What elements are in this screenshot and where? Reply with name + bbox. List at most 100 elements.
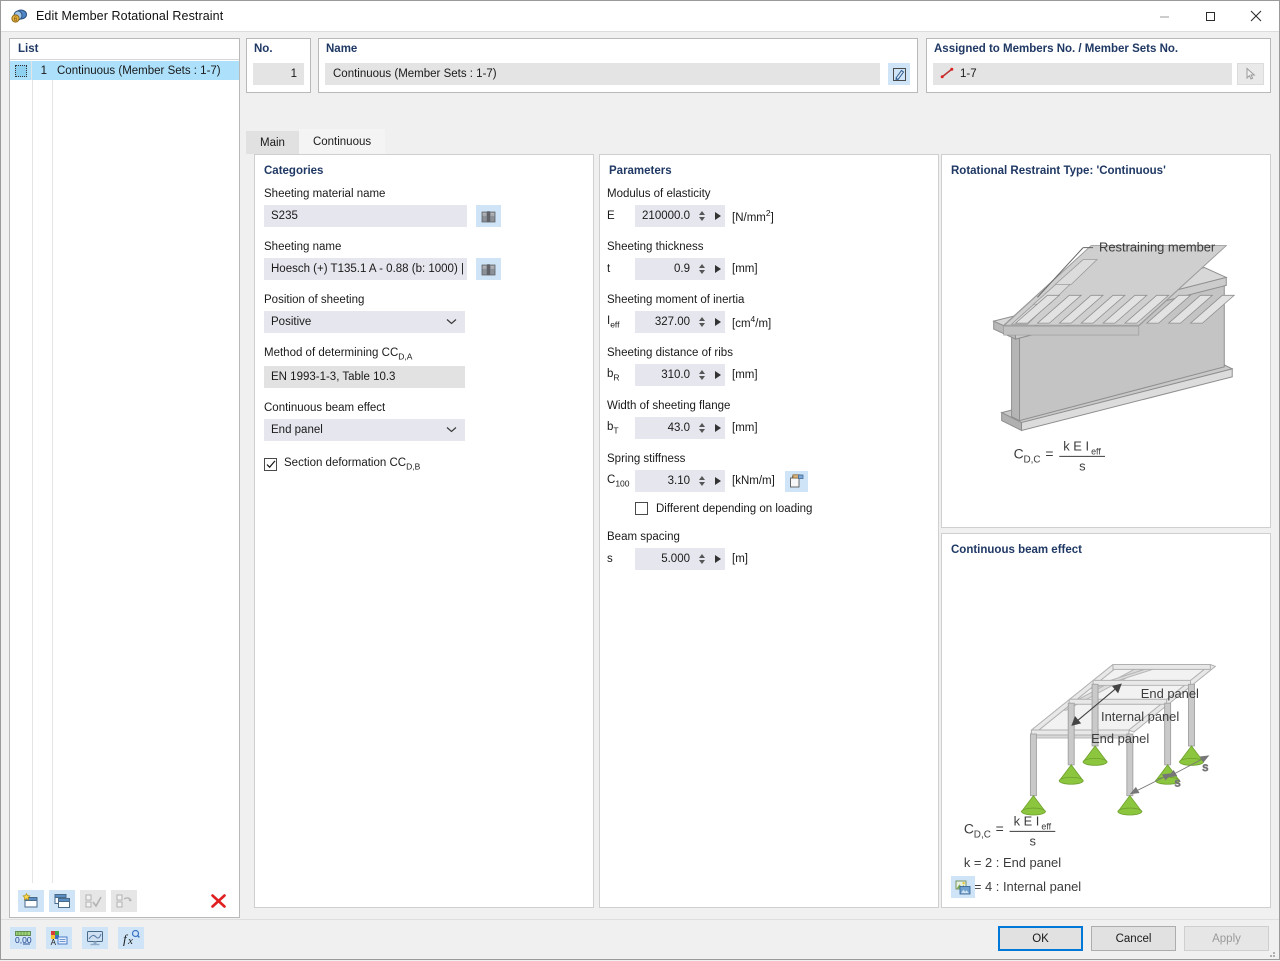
table-import-icon[interactable] (785, 471, 808, 492)
position-of-sheeting-label: Position of sheeting (264, 294, 586, 306)
assigned-label: Assigned to Members No. / Member Sets No… (927, 39, 1270, 55)
spacing-value: 5.000 (635, 553, 696, 565)
number-value[interactable]: 1 (253, 63, 304, 85)
check-all-icon (80, 890, 106, 912)
sheeting-material-input[interactable]: S235 (264, 205, 467, 227)
copy-windows-icon[interactable] (49, 890, 75, 912)
ok-button[interactable]: OK (998, 926, 1083, 951)
window-title: Edit Member Rotational Restraint (36, 9, 223, 23)
window-controls (1141, 1, 1279, 32)
modulus-of-elasticity-input[interactable]: 210000.0 (635, 205, 725, 227)
svg-text:=: = (1045, 445, 1053, 461)
name-label: Name (319, 39, 917, 55)
inertia-unit: [cm4/m] (732, 314, 771, 330)
apply-arrow-icon[interactable] (711, 212, 725, 220)
dialog-content: List 1 Continuous (Member Sets : 1-7) (1, 33, 1279, 959)
svg-text:k E I: k E I (1063, 438, 1089, 453)
svg-text:s: s (1079, 458, 1085, 473)
monitor-icon[interactable] (82, 927, 108, 949)
resize-grip[interactable] (1266, 947, 1276, 957)
method-value: EN 1993-1-3, Table 10.3 (264, 366, 465, 388)
minimize-button[interactable] (1141, 1, 1187, 32)
number-field-group: No. 1 (246, 38, 311, 93)
apply-arrow-icon[interactable] (711, 424, 725, 432)
apply-arrow-icon[interactable] (711, 555, 725, 563)
svg-text:s: s (1029, 833, 1035, 848)
flange-unit: [mm] (732, 422, 758, 434)
categories-panel: Categories Sheeting material name S235 (254, 154, 594, 908)
spinner-arrows[interactable] (696, 211, 708, 221)
new-window-star-icon[interactable] (18, 890, 44, 912)
section-deformation-checkbox-row[interactable]: Section deformation CCD,B (264, 457, 586, 471)
spinner-arrows[interactable] (696, 554, 708, 564)
tab-main[interactable]: Main (246, 131, 299, 154)
assigned-input[interactable]: 1-7 (933, 63, 1232, 85)
formula-cdc: C D,C = k E I eff s (1014, 438, 1105, 473)
sheeting-material-label: Sheeting material name (264, 188, 586, 200)
flange-width-input[interactable]: 43.0 (635, 417, 725, 439)
spacing-unit: [m] (732, 553, 748, 565)
chevron-down-icon (446, 316, 457, 328)
different-depending-checkbox[interactable] (635, 502, 648, 515)
chevron-down-icon (446, 424, 457, 436)
note-k4: k = 4 : Internal panel (964, 879, 1081, 894)
categories-title: Categories (264, 165, 323, 177)
spacing-symbol: s (607, 553, 635, 565)
invert-check-icon (111, 890, 137, 912)
continuous-beam-effect-graphic-panel: Continuous beam effect (941, 533, 1271, 908)
assigned-field-group: Assigned to Members No. / Member Sets No… (926, 38, 1271, 93)
book-icon[interactable] (476, 205, 501, 227)
parameters-title: Parameters (609, 165, 672, 177)
svg-text:s: s (1202, 760, 1208, 774)
tab-bar: Main Continuous (246, 129, 385, 154)
image-export-icon[interactable] (951, 876, 975, 898)
fx-icon[interactable]: f x (118, 927, 144, 949)
section-deformation-checkbox[interactable] (264, 458, 277, 471)
parameters-panel: Parameters Modulus of elasticity E 21000… (599, 154, 939, 908)
red-x-icon[interactable] (205, 890, 231, 912)
sheeting-thickness-input[interactable]: 0.9 (635, 258, 725, 280)
book-icon[interactable] (476, 258, 501, 280)
close-button[interactable] (1233, 1, 1279, 32)
list-panel: List 1 Continuous (Member Sets : 1-7) (9, 38, 240, 918)
list-item[interactable]: 1 Continuous (Member Sets : 1-7) (10, 61, 239, 80)
moment-of-inertia-input[interactable]: 327.00 (635, 311, 725, 333)
colors-icon[interactable]: A (46, 927, 72, 949)
distance-of-ribs-input[interactable]: 310.0 (635, 364, 725, 386)
svg-text:eff: eff (1041, 821, 1051, 831)
tab-continuous[interactable]: Continuous (299, 129, 385, 154)
cancel-button[interactable]: Cancel (1091, 926, 1176, 951)
thickness-value: 0.9 (635, 263, 696, 275)
spring-unit: [kNm/m] (732, 475, 775, 487)
continuous-beam-effect-select[interactable]: End panel (264, 419, 465, 441)
edit-pencil-icon[interactable] (888, 63, 910, 85)
svg-text:k E I: k E I (1014, 813, 1040, 828)
svg-text:A: A (51, 938, 57, 946)
apply-arrow-icon[interactable] (711, 265, 725, 273)
position-of-sheeting-select[interactable]: Positive (264, 311, 465, 333)
row-selector[interactable] (10, 61, 32, 80)
spinner-arrows[interactable] (696, 370, 708, 380)
beam-spacing-label: Beam spacing (607, 531, 933, 543)
number-format-icon[interactable]: 0,00 (10, 927, 36, 949)
spinner-arrows[interactable] (696, 423, 708, 433)
thickness-symbol: t (607, 263, 635, 275)
spinner-arrows[interactable] (696, 317, 708, 327)
spinner-arrows[interactable] (696, 264, 708, 274)
apply-arrow-icon[interactable] (711, 318, 725, 326)
flange-width-label: Width of sheeting flange (607, 400, 933, 412)
name-input[interactable]: Continuous (Member Sets : 1-7) (325, 63, 880, 85)
flange-value: 43.0 (635, 422, 696, 434)
spinner-arrows[interactable] (696, 476, 708, 486)
apply-arrow-icon[interactable] (711, 477, 725, 485)
maximize-button[interactable] (1187, 1, 1233, 32)
spring-stiffness-input[interactable]: 3.10 (635, 470, 725, 492)
beam-spacing-input[interactable]: 5.000 (635, 548, 725, 570)
note-k2: k = 2 : End panel (964, 855, 1061, 870)
panel-label-internal: Internal panel (1101, 709, 1179, 724)
svg-text:C: C (964, 820, 974, 836)
different-depending-on-loading-row[interactable]: Different depending on loading (635, 502, 933, 515)
sheeting-name-input[interactable]: Hoesch (+) T135.1 A - 0.88 (b: 1000) | D (264, 258, 467, 280)
panel-label-end-top: End panel (1141, 686, 1199, 701)
apply-arrow-icon[interactable] (711, 371, 725, 379)
